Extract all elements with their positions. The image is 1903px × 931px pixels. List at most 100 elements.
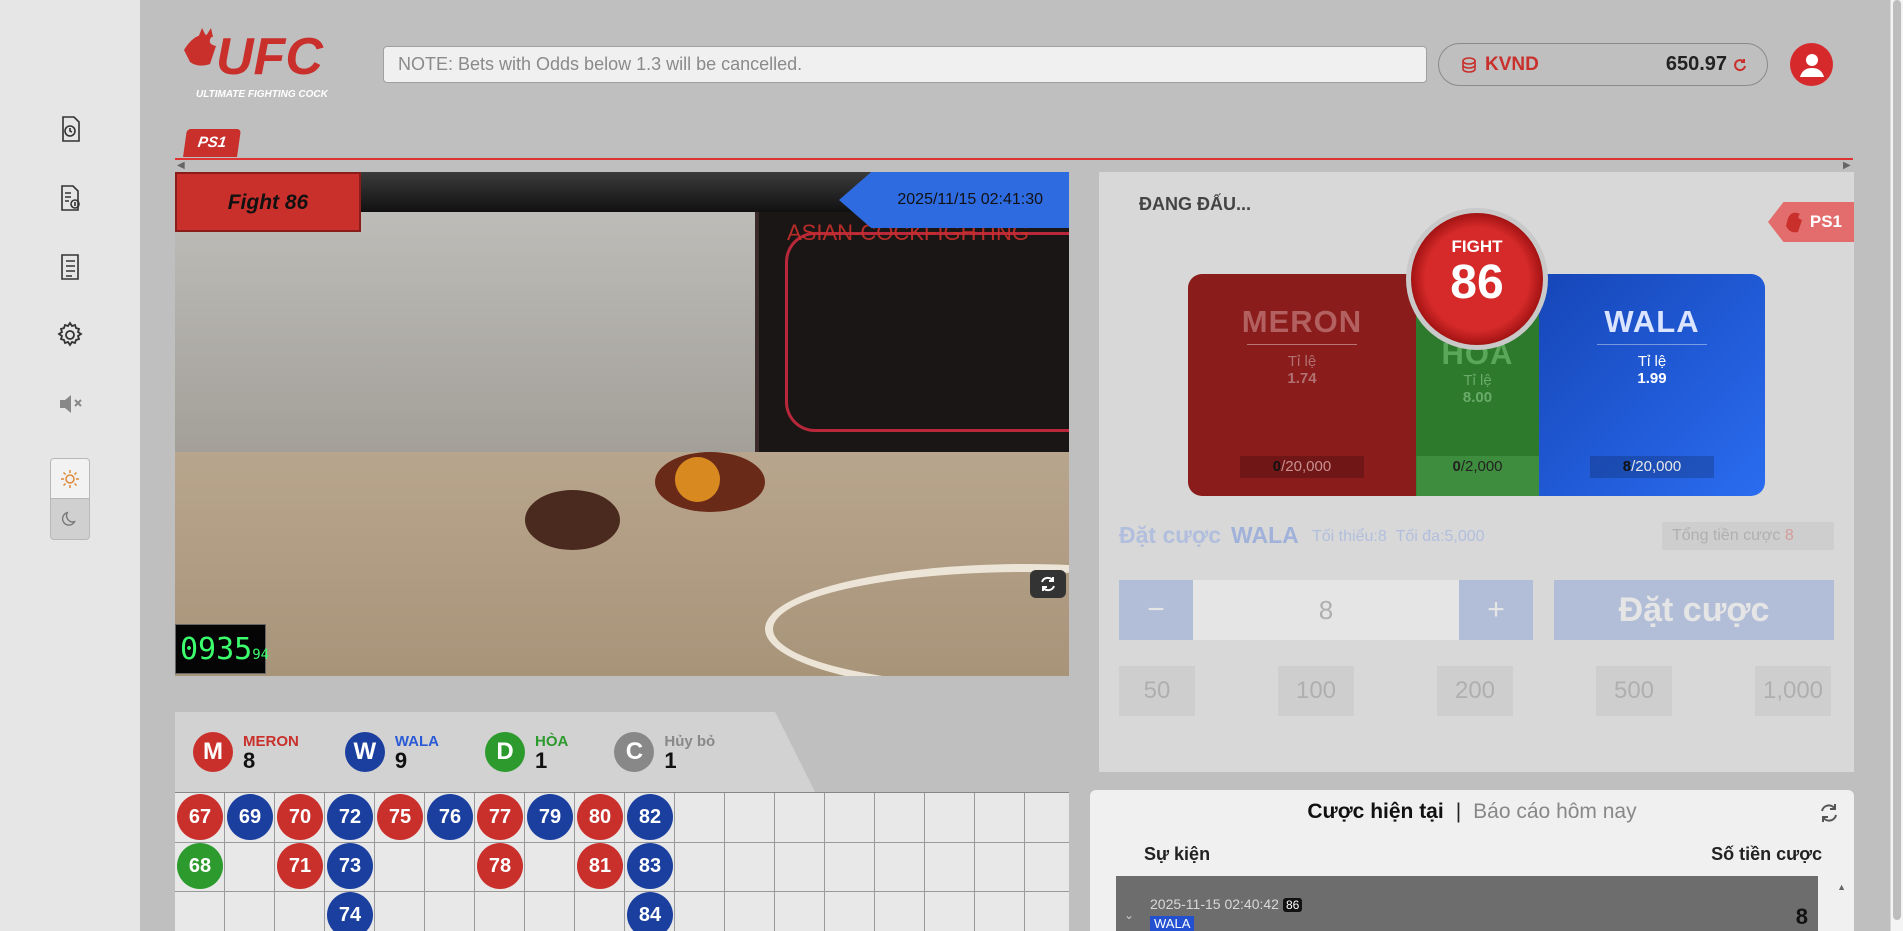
refresh-balance-icon[interactable]: [1733, 58, 1747, 72]
result-ball: 69: [227, 794, 273, 840]
row-side: WALA: [1150, 916, 1195, 931]
light-mode-sun-icon[interactable]: [51, 459, 89, 499]
grid-cell: [1025, 793, 1069, 843]
history-row[interactable]: ⌄ 2025-11-15 02:40:42 86 WALA 8: [1116, 876, 1818, 931]
draw-odds: 8.00: [1462, 389, 1493, 406]
scroll-right-arrow[interactable]: ▶: [1843, 160, 1851, 171]
grid-cell: [825, 793, 875, 843]
chip-50[interactable]: 50: [1119, 666, 1195, 716]
wala-pool: 8/20,000: [1590, 456, 1714, 478]
tab-current-bets[interactable]: Cược hiện tại: [1307, 800, 1443, 823]
grid-cell: [975, 842, 1025, 892]
grid-cell: [375, 842, 425, 892]
chip-500[interactable]: 500: [1596, 666, 1672, 716]
grid-cell: [825, 842, 875, 892]
tab-divider: [175, 158, 1853, 160]
ufc-logo: UFC ULTIMATE FIGHTING COCK: [176, 22, 362, 102]
mute-icon[interactable]: [50, 384, 90, 424]
stat-label: MERON: [243, 732, 299, 750]
result-ball: 77: [477, 794, 523, 840]
result-ball: 67: [177, 794, 223, 840]
total-label: Tổng tiền cược: [1672, 527, 1781, 544]
grid-cell: [675, 793, 725, 843]
grid-cell: [475, 891, 525, 931]
grid-cell: [675, 891, 725, 931]
rooster-icon: [1786, 212, 1802, 233]
stat-label: Hủy bỏ: [664, 732, 716, 750]
wala-badge: W: [344, 732, 385, 772]
selected-side: WALA: [1231, 522, 1299, 548]
currency-label: KVND: [1461, 54, 1539, 76]
ps-badge: PS1: [1768, 202, 1854, 242]
chip-1000[interactable]: 1,000: [1755, 666, 1831, 716]
draw-pool: 0/2,000: [1416, 456, 1539, 496]
page-scrollbar[interactable]: [1890, 0, 1903, 931]
grid-cell: [1025, 891, 1069, 931]
col-amount: Số tiền cược: [1711, 844, 1822, 864]
sidebar: [0, 0, 140, 931]
grid-cell: [175, 891, 225, 931]
results-grid: 67 68 69 70 71 72 73 74 75 76 77 78 79 80 81 82 83 84: [175, 792, 1069, 931]
result-ball: 84: [627, 892, 673, 931]
bet-history-icon[interactable]: [50, 109, 90, 149]
grid-cell: [525, 891, 575, 931]
bet-total: Tổng tiền cược 8: [1662, 522, 1834, 550]
grid-cell: [775, 793, 825, 843]
stat-count: 9: [394, 747, 408, 773]
result-ball: 70: [277, 794, 323, 840]
refresh-video-icon[interactable]: [1030, 570, 1066, 598]
grid-cell: [425, 842, 475, 892]
grid-cell: [725, 793, 775, 843]
grid-cell: [575, 891, 625, 931]
coins-icon: [1462, 56, 1476, 73]
tab-today-report[interactable]: Báo cáo hôm nay: [1473, 800, 1636, 823]
scroll-up-arrow[interactable]: ▲: [1837, 882, 1846, 892]
refresh-history-icon[interactable]: [1818, 802, 1840, 824]
grid-cell: [975, 793, 1025, 843]
timer-small: 94: [252, 647, 270, 663]
result-ball: 82: [627, 794, 673, 840]
stat-cancel: C Hủy bỏ 1: [614, 732, 715, 772]
grid-cell: [825, 891, 875, 931]
grid-cell: [925, 891, 975, 931]
transaction-icon[interactable]: [50, 178, 90, 218]
meron-name: MERON: [1241, 304, 1363, 339]
grid-cell: [775, 891, 825, 931]
grid-cell: [875, 842, 925, 892]
fight-label: Fight 86: [175, 172, 361, 232]
stat-count: 8: [243, 747, 256, 773]
notice-bar: NOTE: Bets with Odds below 1.3 will be c…: [383, 46, 1427, 83]
chip-200[interactable]: 200: [1437, 666, 1513, 716]
meron-card[interactable]: MERON Tỉ lệ 1.74 0/20,000: [1188, 274, 1416, 496]
grid-cell: [375, 891, 425, 931]
pool-max: /2,000: [1460, 458, 1503, 475]
place-bet-button[interactable]: Đặt cược: [1554, 580, 1834, 640]
grid-cell: [725, 842, 775, 892]
settings-gear-icon[interactable]: [50, 315, 90, 355]
result-ball: 75: [377, 794, 423, 840]
pool-max: /20,000: [1281, 458, 1332, 475]
pool-bet: 0: [1452, 458, 1461, 475]
chip-100[interactable]: 100: [1278, 666, 1354, 716]
increase-button[interactable]: +: [1459, 580, 1533, 640]
result-ball: 78: [477, 843, 523, 889]
amount-input[interactable]: 8: [1193, 580, 1459, 640]
meron-odds: 1.74: [1287, 370, 1317, 387]
chevron-down-icon[interactable]: ⌄: [1124, 908, 1134, 922]
decrease-button[interactable]: −: [1119, 580, 1193, 640]
user-avatar-icon[interactable]: [1790, 43, 1833, 86]
max-bet: Tối đa:5,000: [1395, 528, 1485, 545]
report-icon[interactable]: [50, 247, 90, 287]
dark-mode-moon-icon[interactable]: [51, 499, 89, 539]
scroll-left-arrow[interactable]: ◀: [177, 160, 185, 171]
tab-ps1[interactable]: PS1: [183, 129, 241, 157]
stat-label: WALA: [394, 732, 440, 750]
wala-card[interactable]: WALA Tỉ lệ 1.99 8/20,000: [1539, 274, 1765, 496]
fight-title: FIGHT: [1451, 237, 1503, 256]
grid-cell: [225, 891, 275, 931]
odds-label: Tỉ lệ: [1463, 372, 1492, 389]
pool-bet: 0: [1272, 458, 1282, 475]
bet-history-panel: Cược hiện tại | Báo cáo hôm nay Sự kiện Số…: [1090, 790, 1854, 931]
theme-toggle: [50, 458, 90, 540]
bet-title-label: Đặt cược: [1119, 522, 1222, 548]
